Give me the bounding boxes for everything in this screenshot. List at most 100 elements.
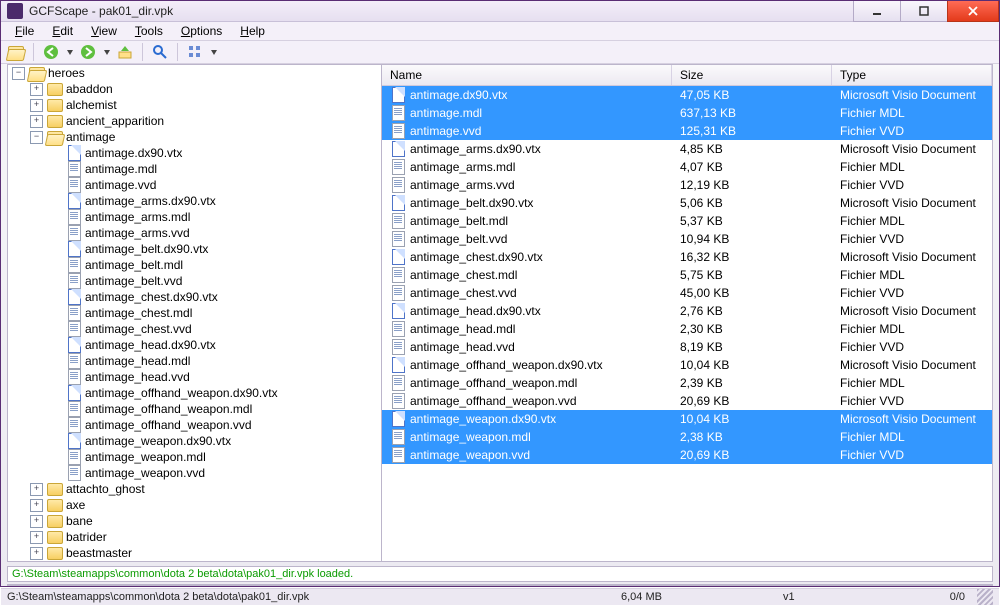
collapse-icon[interactable]: −	[12, 67, 25, 80]
file-size: 45,00 KB	[672, 286, 832, 300]
viewmode-button[interactable]	[184, 41, 206, 63]
tree-row[interactable]: −antimage	[8, 129, 381, 145]
list-row[interactable]: antimage_chest.dx90.vtx16,32 KBMicrosoft…	[382, 248, 992, 266]
tree-label: antimage_arms.vvd	[85, 226, 190, 240]
tree-row[interactable]: antimage_chest.mdl	[8, 305, 381, 321]
list-row[interactable]: antimage_belt.vvd10,94 KBFichier VVD	[382, 230, 992, 248]
list-row[interactable]: antimage_weapon.mdl2,38 KBFichier MDL	[382, 428, 992, 446]
list-row[interactable]: antimage_offhand_weapon.dx90.vtx10,04 KB…	[382, 356, 992, 374]
tree-row[interactable]: antimage_arms.vvd	[8, 225, 381, 241]
search-button[interactable]	[149, 41, 171, 63]
collapse-icon[interactable]: −	[30, 131, 43, 144]
tree-row[interactable]: antimage_head.dx90.vtx	[8, 337, 381, 353]
tree-row[interactable]: +ancient_apparition	[8, 113, 381, 129]
tree-row[interactable]: +attachto_ghost	[8, 481, 381, 497]
tree-row[interactable]: antimage_arms.mdl	[8, 209, 381, 225]
tree-row[interactable]: antimage_belt.dx90.vtx	[8, 241, 381, 257]
expand-icon[interactable]: +	[30, 531, 43, 544]
list-row[interactable]: antimage_weapon.dx90.vtx10,04 KBMicrosof…	[382, 410, 992, 428]
file-size: 637,13 KB	[672, 106, 832, 120]
tree-row[interactable]: +bane	[8, 513, 381, 529]
tree-label: antimage_head.mdl	[85, 354, 190, 368]
list-row[interactable]: antimage_arms.dx90.vtx4,85 KBMicrosoft V…	[382, 140, 992, 158]
tree-panel[interactable]: −heroes+abaddon+alchemist+ancient_appari…	[8, 65, 382, 561]
list-row[interactable]: antimage.mdl637,13 KBFichier MDL	[382, 104, 992, 122]
list-row[interactable]: antimage_offhand_weapon.vvd20,69 KBFichi…	[382, 392, 992, 410]
menu-edit[interactable]: Edit	[44, 22, 81, 40]
menu-options[interactable]: Options	[173, 22, 230, 40]
up-button[interactable]	[114, 41, 136, 63]
tree-row[interactable]: +abaddon	[8, 81, 381, 97]
tree-row[interactable]: antimage_belt.mdl	[8, 257, 381, 273]
expand-icon[interactable]: +	[30, 499, 43, 512]
list-row[interactable]: antimage_belt.mdl5,37 KBFichier MDL	[382, 212, 992, 230]
list-row[interactable]: antimage.dx90.vtx47,05 KBMicrosoft Visio…	[382, 86, 992, 104]
tree-row[interactable]: +batrider	[8, 529, 381, 545]
tree-row[interactable]: antimage_weapon.dx90.vtx	[8, 433, 381, 449]
tree-row[interactable]: +axe	[8, 497, 381, 513]
file-icon	[66, 401, 82, 417]
col-name[interactable]: Name	[382, 65, 672, 85]
list-row[interactable]: antimage_arms.mdl4,07 KBFichier MDL	[382, 158, 992, 176]
tree-row[interactable]: antimage.mdl	[8, 161, 381, 177]
tree-row[interactable]: antimage_belt.vvd	[8, 273, 381, 289]
list-row[interactable]: antimage_chest.mdl5,75 KBFichier MDL	[382, 266, 992, 284]
tree-row[interactable]: antimage_head.vvd	[8, 369, 381, 385]
tree-row[interactable]: antimage_weapon.mdl	[8, 449, 381, 465]
menu-tools[interactable]: Tools	[127, 22, 171, 40]
open-button[interactable]	[5, 41, 27, 63]
list-header[interactable]: NameSizeType	[382, 65, 992, 86]
expand-icon[interactable]: +	[30, 515, 43, 528]
list-row[interactable]: antimage_head.vvd8,19 KBFichier VVD	[382, 338, 992, 356]
tree-row[interactable]: antimage_offhand_weapon.vvd	[8, 417, 381, 433]
list-row[interactable]: antimage_head.mdl2,30 KBFichier MDL	[382, 320, 992, 338]
tree-row[interactable]: antimage.vvd	[8, 177, 381, 193]
list-row[interactable]: antimage.vvd125,31 KBFichier VVD	[382, 122, 992, 140]
file-type: Microsoft Visio Document	[832, 250, 992, 264]
expand-icon[interactable]: +	[30, 547, 43, 560]
titlebar[interactable]: GCFScape - pak01_dir.vpk	[1, 1, 999, 22]
tree-row[interactable]: antimage_offhand_weapon.dx90.vtx	[8, 385, 381, 401]
maximize-button[interactable]	[900, 1, 948, 22]
menu-help[interactable]: Help	[232, 22, 273, 40]
tree-row[interactable]: −heroes	[8, 65, 381, 81]
list-row[interactable]: antimage_weapon.vvd20,69 KBFichier VVD	[382, 446, 992, 464]
file-type: Fichier VVD	[832, 178, 992, 192]
tree-row[interactable]: +alchemist	[8, 97, 381, 113]
list-row[interactable]: antimage_offhand_weapon.mdl2,39 KBFichie…	[382, 374, 992, 392]
back-button[interactable]	[40, 41, 62, 63]
menu-view[interactable]: View	[83, 22, 125, 40]
list-row[interactable]: antimage_chest.vvd45,00 KBFichier VVD	[382, 284, 992, 302]
file-icon	[390, 267, 406, 283]
forward-dropdown[interactable]	[103, 50, 110, 55]
close-button[interactable]	[947, 1, 999, 22]
col-size[interactable]: Size	[672, 65, 832, 85]
resize-grip-icon[interactable]	[977, 589, 993, 605]
list-row[interactable]: antimage_arms.vvd12,19 KBFichier VVD	[382, 176, 992, 194]
minimize-button[interactable]	[853, 1, 901, 22]
tree-row[interactable]: antimage_offhand_weapon.mdl	[8, 401, 381, 417]
tree-row[interactable]: antimage_weapon.vvd	[8, 465, 381, 481]
expand-icon[interactable]: +	[30, 115, 43, 128]
expand-icon[interactable]: +	[30, 99, 43, 112]
file-name: antimage_offhand_weapon.mdl	[410, 376, 577, 390]
expand-icon[interactable]: +	[30, 83, 43, 96]
list-row[interactable]: antimage_head.dx90.vtx2,76 KBMicrosoft V…	[382, 302, 992, 320]
menu-file[interactable]: File	[7, 22, 42, 40]
list-panel[interactable]: NameSizeTypeantimage.dx90.vtx47,05 KBMic…	[382, 65, 992, 561]
tree-row[interactable]: antimage.dx90.vtx	[8, 145, 381, 161]
forward-button[interactable]	[77, 41, 99, 63]
col-type[interactable]: Type	[832, 65, 992, 85]
expand-icon[interactable]: +	[30, 483, 43, 496]
tree-row[interactable]: antimage_chest.dx90.vtx	[8, 289, 381, 305]
tree-row[interactable]: +beastmaster	[8, 545, 381, 561]
tree-row[interactable]: antimage_chest.vvd	[8, 321, 381, 337]
viewmode-dropdown[interactable]	[210, 50, 217, 55]
tree-row[interactable]: antimage_arms.dx90.vtx	[8, 193, 381, 209]
list-row[interactable]: antimage_belt.dx90.vtx5,06 KBMicrosoft V…	[382, 194, 992, 212]
file-name: antimage_arms.vvd	[410, 178, 515, 192]
back-dropdown[interactable]	[66, 50, 73, 55]
tree-row[interactable]: antimage_head.mdl	[8, 353, 381, 369]
file-icon	[66, 145, 82, 161]
file-size: 16,32 KB	[672, 250, 832, 264]
